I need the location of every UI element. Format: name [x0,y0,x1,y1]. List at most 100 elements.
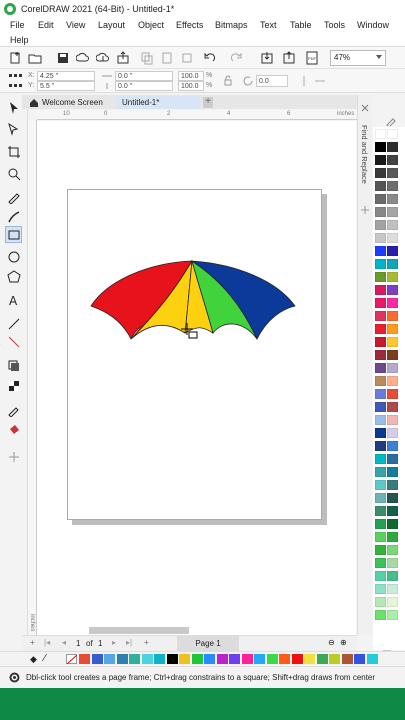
palette-swatch[interactable] [387,259,398,269]
paste-icon[interactable] [160,51,174,65]
palette-swatch[interactable] [387,194,398,204]
palette-swatch[interactable] [387,415,398,425]
undo-icon[interactable] [202,51,216,65]
mirror-horizontal-icon[interactable] [298,75,310,87]
palette-swatch[interactable] [375,246,386,256]
palette-swatch[interactable] [375,402,386,412]
palette-swatch[interactable] [375,454,386,464]
no-color-swatch[interactable] [66,654,78,665]
lock-ratio-icon[interactable] [222,75,234,87]
transparency-tool-icon[interactable] [7,379,21,393]
height-input[interactable]: 0.0 " [115,81,173,91]
add-page-after-icon[interactable]: + [144,638,149,647]
document-color-swatch[interactable] [329,654,340,664]
document-color-swatch[interactable] [354,654,365,664]
palette-swatch[interactable] [387,285,398,295]
palette-swatch[interactable] [375,545,386,555]
palette-swatch[interactable] [387,142,398,152]
drop-shadow-icon[interactable] [7,359,21,373]
new-tab-button[interactable]: + [203,97,213,108]
palette-swatch[interactable] [375,519,386,529]
rectangle-tool-button[interactable] [5,226,22,243]
palette-swatch[interactable] [375,558,386,568]
document-color-swatch[interactable] [279,654,290,664]
palette-swatch[interactable] [375,480,386,490]
tab-document[interactable]: Untitled-1* [116,96,200,109]
next-page-icon[interactable]: ▸ [112,638,116,647]
drawing-canvas[interactable] [37,121,391,683]
interactive-fill-icon[interactable] [7,423,21,437]
palette-swatch[interactable] [375,298,386,308]
color-palette[interactable] [373,127,405,650]
palette-swatch[interactable] [387,610,398,620]
palette-swatch[interactable] [387,220,398,230]
palette-swatch[interactable] [387,480,398,490]
menu-bitmaps[interactable]: Bitmaps [215,20,248,30]
horizontal-ruler[interactable]: 10 0 2 4 6 inches [37,110,357,120]
palette-swatch[interactable] [375,272,386,282]
palette-swatch[interactable] [387,428,398,438]
palette-swatch[interactable] [375,584,386,594]
palette-swatch[interactable] [387,298,398,308]
ellipse-tool-icon[interactable] [7,250,21,264]
shape-tool-icon[interactable] [7,122,21,136]
menu-view[interactable]: View [66,20,85,30]
document-color-swatch[interactable] [241,654,253,664]
palette-swatch[interactable] [375,506,386,516]
connector-tool-icon[interactable] [7,335,21,349]
zoom-tool-icon[interactable] [7,167,21,181]
pick-tool-icon[interactable] [7,101,21,115]
palette-swatch[interactable] [375,168,386,178]
document-color-swatch[interactable] [229,654,240,664]
document-color-swatch[interactable] [91,654,103,664]
crop-tool-icon[interactable] [7,145,21,159]
palette-swatch[interactable] [375,532,386,542]
document-color-swatch[interactable] [291,654,303,664]
palette-swatch[interactable] [375,493,386,503]
palette-swatch[interactable] [387,272,398,282]
palette-swatch[interactable] [375,467,386,477]
gear-icon[interactable] [8,671,21,684]
cut-icon[interactable] [180,51,194,65]
palette-swatch[interactable] [387,558,398,568]
freehand-tool-icon[interactable] [7,190,21,204]
palette-swatch[interactable] [387,129,398,139]
document-color-swatch[interactable] [116,654,128,664]
palette-swatch[interactable] [375,194,386,204]
menu-window[interactable]: Window [357,20,389,30]
y-position-input[interactable]: 5.5 " [37,81,95,91]
document-color-swatch[interactable] [254,654,265,664]
cloud-download-icon[interactable] [96,51,110,65]
palette-swatch[interactable] [387,207,398,217]
palette-swatch[interactable] [387,597,398,607]
eyedropper-bar-icon[interactable]: ⁄ [44,653,46,664]
width-input[interactable]: 0.0 " [115,71,173,81]
zoom-level-select[interactable]: 47% [330,50,386,66]
palette-swatch[interactable] [387,402,398,412]
export-alt-icon[interactable] [282,51,296,65]
palette-swatch[interactable] [387,389,398,399]
palette-swatch[interactable] [387,571,398,581]
menu-text[interactable]: Text [260,20,277,30]
palette-swatch[interactable] [375,415,386,425]
copy-icon[interactable] [140,51,154,65]
palette-swatch[interactable] [375,363,386,373]
palette-swatch[interactable] [387,337,398,347]
menu-edit[interactable]: Edit [38,20,54,30]
palette-swatch[interactable] [387,311,398,321]
import-icon[interactable] [260,51,274,65]
vertical-ruler[interactable]: inches [28,120,37,635]
palette-swatch[interactable] [387,350,398,360]
menu-file[interactable]: File [10,20,25,30]
tab-welcome-screen[interactable]: Welcome Screen [24,96,112,109]
page-tab-1[interactable]: Page 1 [177,636,239,651]
palette-swatch[interactable] [387,467,398,477]
palette-swatch[interactable] [375,428,386,438]
scale-height-input[interactable]: 100.0 [178,81,204,91]
open-folder-icon[interactable] [28,51,42,65]
palette-swatch[interactable] [387,519,398,529]
palette-swatch[interactable] [387,168,398,178]
horizontal-scrollbar[interactable] [89,627,189,634]
eyedropper-icon[interactable] [7,403,21,417]
text-tool-icon[interactable]: A [7,293,21,307]
